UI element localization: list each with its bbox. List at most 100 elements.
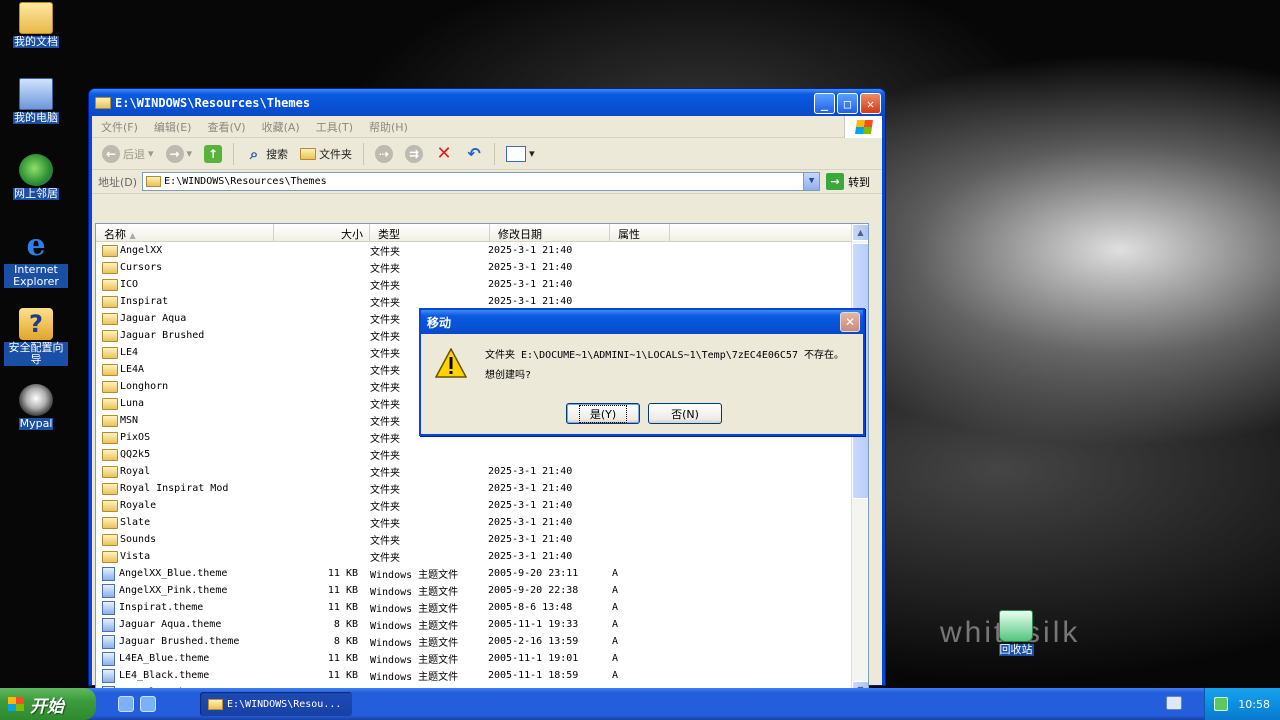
start-button[interactable]: 开始 — [0, 688, 96, 720]
folder-icon — [102, 346, 118, 359]
file-name-cell: Royal — [96, 465, 274, 478]
menu-tools[interactable]: 工具(T) — [307, 119, 360, 135]
file-row[interactable]: Vista 文件夹 2025-3-1 21:40 — [96, 548, 850, 565]
forward-arrow-icon: → — [165, 144, 184, 163]
file-row[interactable]: Jaguar Brushed.theme 8 KB Windows 主题文件 2005… — [96, 633, 850, 650]
file-row[interactable]: AngelXX_Blue.theme 11 KB Windows 主题文件 2005-… — [96, 565, 850, 582]
ie-quicklaunch-icon[interactable] — [118, 696, 134, 712]
column-header-attributes[interactable]: 属性 — [610, 224, 670, 242]
forward-button[interactable]: → ▾ — [162, 143, 197, 165]
move-to-button[interactable]: ⇢ — [371, 143, 397, 165]
views-button[interactable]: ▾ — [502, 144, 539, 164]
file-row[interactable]: QQ2k5 文件夹 — [96, 446, 850, 463]
file-row[interactable]: Sounds 文件夹 2025-3-1 21:40 — [96, 531, 850, 548]
back-button[interactable]: ← 后退 ▾ — [98, 143, 158, 165]
delete-button[interactable]: ✕ — [431, 143, 457, 165]
folder-icon — [208, 698, 223, 710]
file-type: 文件夹 — [370, 451, 400, 462]
theme-file-icon — [102, 634, 115, 649]
dialog-titlebar[interactable]: 移动 ✕ — [421, 310, 863, 334]
desktop-icon-ie[interactable]: e Internet Explorer — [4, 230, 68, 288]
column-header-size[interactable]: 大小 — [274, 224, 370, 242]
file-name-cell: QQ2k5 — [96, 448, 274, 461]
address-input[interactable]: E:\WINDOWS\Resources\Themes ▼ — [142, 172, 821, 191]
desktop-icon-my-computer[interactable]: 我的电脑 — [4, 78, 68, 124]
file-size: 8 KB — [333, 619, 358, 630]
maximize-button[interactable]: □ — [837, 93, 858, 114]
file-type: 文件夹 — [370, 502, 400, 513]
file-type: 文件夹 — [370, 298, 400, 309]
file-row[interactable]: Slate 文件夹 2025-3-1 21:40 — [96, 514, 850, 531]
column-header-date[interactable]: 修改日期 — [490, 224, 610, 242]
search-button[interactable]: ⌕ 搜索 — [241, 143, 292, 165]
file-name: Slate — [120, 517, 151, 528]
file-row[interactable]: Royal 文件夹 2025-3-1 21:40 — [96, 463, 850, 480]
go-label: 转到 — [848, 175, 871, 189]
folder-icon — [146, 176, 162, 187]
file-size: 11 KB — [327, 585, 358, 596]
file-size: 11 KB — [327, 602, 358, 613]
dialog-close-button[interactable]: ✕ — [840, 312, 860, 332]
file-name-cell: Luna — [96, 397, 274, 410]
column-header-type[interactable]: 类型 — [370, 224, 490, 242]
minimize-button[interactable]: _ — [814, 93, 835, 114]
network-status-icon[interactable] — [1214, 697, 1229, 711]
folders-label: 文件夹 — [319, 147, 353, 161]
file-row[interactable]: L4EA_Blue.theme 11 KB Windows 主题文件 2005-11-… — [96, 650, 850, 667]
file-row[interactable]: Jaguar Aqua.theme 8 KB Windows 主题文件 2005-11… — [96, 616, 850, 633]
file-row[interactable]: Royale 文件夹 2025-3-1 21:40 — [96, 497, 850, 514]
folders-button[interactable]: 文件夹 — [296, 144, 356, 164]
undo-button[interactable]: ↶ — [461, 143, 487, 165]
file-name-cell: Longhorn — [96, 380, 274, 393]
menu-view[interactable]: 查看(V) — [198, 119, 252, 135]
up-folder-button[interactable]: ↑ — [200, 143, 226, 165]
file-date: 2025-3-1 21:40 — [488, 483, 573, 494]
file-row[interactable]: Cursors 文件夹 2025-3-1 21:40 — [96, 259, 850, 276]
menu-help[interactable]: 帮助(H) — [360, 119, 415, 135]
file-date: 2025-3-1 21:40 — [488, 517, 573, 528]
warning-icon — [435, 348, 467, 378]
file-row[interactable]: Royal Inspirat Mod 文件夹 2025-3-1 21:40 — [96, 480, 850, 497]
taskbar-button-explorer[interactable]: E:\WINDOWS\Resou... — [200, 692, 352, 716]
go-button[interactable]: → 转到 — [826, 173, 870, 190]
file-row[interactable]: LE4_Black.theme 11 KB Windows 主题文件 2005-11-… — [96, 667, 850, 684]
show-desktop-icon[interactable] — [140, 696, 156, 712]
theme-file-icon — [102, 668, 115, 683]
window-titlebar[interactable]: E:\WINDOWS\Resources\Themes _ □ ✕ — [89, 89, 885, 116]
menu-edit[interactable]: 编辑(E) — [145, 119, 199, 135]
file-name: AngelXX_Pink.theme — [119, 585, 228, 596]
file-row[interactable]: ICO 文件夹 2025-3-1 21:40 — [96, 276, 850, 293]
folder-icon — [102, 431, 118, 444]
no-button[interactable]: 否(N) — [648, 403, 722, 424]
search-icon: ⌕ — [249, 144, 259, 163]
desktop-icon-my-documents[interactable]: 我的文档 — [4, 2, 68, 48]
views-dropdown-icon: ▾ — [529, 147, 535, 160]
folder-icon — [102, 312, 118, 325]
scroll-up-button[interactable]: ▲ — [852, 224, 868, 241]
copy-to-button[interactable]: ⇉ — [401, 143, 427, 165]
file-name-cell: Inspirat — [96, 295, 274, 308]
quick-launch — [118, 696, 156, 712]
close-button[interactable]: ✕ — [860, 93, 881, 114]
desktop-icon-mypal[interactable]: Mypal — [4, 384, 68, 430]
file-name-cell: Jaguar Brushed — [96, 329, 274, 342]
file-row[interactable]: AngelXX 文件夹 2025-3-1 21:40 — [96, 242, 850, 259]
yes-button[interactable]: 是(Y) — [566, 403, 640, 424]
file-row[interactable]: AngelXX_Pink.theme 11 KB Windows 主题文件 2005-… — [96, 582, 850, 599]
keyboard-icon[interactable] — [1166, 696, 1182, 710]
column-header-name[interactable]: 名称 ▲ — [96, 224, 274, 242]
undo-icon: ↶ — [467, 144, 481, 163]
scroll-down-button[interactable]: ▼ — [852, 681, 868, 688]
file-name-cell: ICO — [96, 278, 274, 291]
desktop-icon-network[interactable]: 网上邻居 — [4, 154, 68, 200]
menu-file[interactable]: 文件(F) — [92, 119, 145, 135]
menu-favorites[interactable]: 收藏(A) — [253, 119, 307, 135]
clock[interactable]: 10:58 — [1238, 698, 1270, 711]
desktop-icon-recycle-bin[interactable]: 回收站 — [984, 610, 1048, 656]
file-row[interactable]: Inspirat.theme 11 KB Windows 主题文件 2005-8-6 … — [96, 599, 850, 616]
address-dropdown-icon[interactable]: ▼ — [803, 173, 820, 190]
vertical-scrollbar[interactable]: ▲ ▼ — [851, 224, 868, 688]
desktop-icon-security-wizard[interactable]: ? 安全配置向导 — [4, 308, 68, 366]
file-name-cell: LE4 — [96, 346, 274, 359]
file-date: 2025-3-1 21:40 — [488, 245, 573, 256]
